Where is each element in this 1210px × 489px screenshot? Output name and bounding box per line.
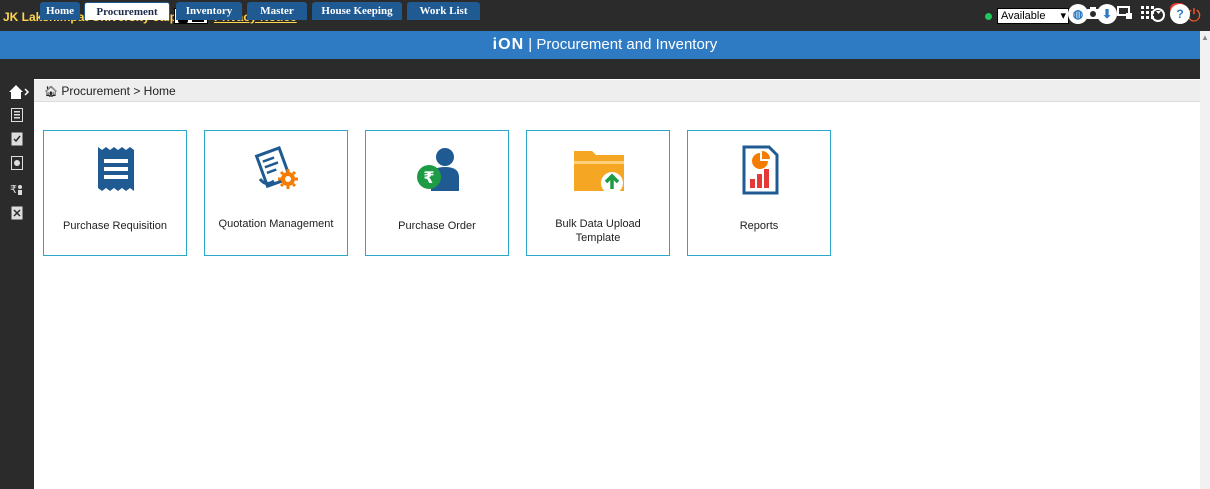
scrollbar[interactable] xyxy=(1200,31,1210,489)
breadcrumb-home-icon[interactable]: 🏠︎ xyxy=(44,86,58,98)
card-quotation-management[interactable]: Quotation Management xyxy=(204,130,348,256)
chevron-down-icon: ▾ xyxy=(1060,10,1066,22)
card-reports[interactable]: Reports xyxy=(687,130,831,256)
title-separator: | xyxy=(528,36,533,53)
card-label: Quotation Management xyxy=(218,218,334,230)
apps-grid-icon[interactable] xyxy=(1140,5,1162,22)
tab-master[interactable]: Master xyxy=(247,2,307,20)
scroll-up-icon[interactable]: ▲ xyxy=(1201,33,1209,42)
report-chart-icon xyxy=(742,145,779,195)
app-title: iON | Procurement and Inventory xyxy=(0,36,1210,54)
home-icon[interactable] xyxy=(8,84,30,100)
status-online-icon xyxy=(985,13,992,20)
card-label: Reports xyxy=(739,220,779,232)
receipt-settings-icon[interactable] xyxy=(9,156,25,172)
svg-text:₹: ₹ xyxy=(423,168,434,187)
svg-text:₹: ₹ xyxy=(10,183,17,196)
ion-logo: iON xyxy=(492,36,525,53)
help-icon[interactable]: ? xyxy=(1170,4,1190,24)
card-purchase-order[interactable]: ₹ Purchase Order xyxy=(365,130,509,256)
tab-house-keeping[interactable]: House Keeping xyxy=(312,2,402,20)
screen-share-icon[interactable] xyxy=(1115,6,1135,26)
card-label: Purchase Order xyxy=(398,220,476,232)
tab-procurement[interactable]: Procurement xyxy=(84,2,170,20)
receipt-check-icon[interactable] xyxy=(9,132,25,148)
tab-work-list[interactable]: Work List xyxy=(407,2,480,20)
breadcrumb: 🏠︎ Procurement > Home xyxy=(34,80,1200,102)
list-icon[interactable] xyxy=(9,108,25,124)
quotation-gear-icon xyxy=(254,146,298,189)
status-value: Available xyxy=(1001,10,1046,22)
card-label: Purchase Requisition xyxy=(63,220,167,232)
globe-icon[interactable]: ◍ xyxy=(1068,4,1088,24)
breadcrumb-text: Procurement > Home xyxy=(61,84,176,98)
card-bulk-data-upload[interactable]: Bulk Data Upload Template xyxy=(526,130,670,256)
status-select[interactable]: Available ▾ xyxy=(997,8,1069,24)
document-list-icon xyxy=(98,147,134,191)
rupee-person-icon: ₹ xyxy=(417,148,459,191)
download-icon[interactable]: ⬇ xyxy=(1097,4,1117,24)
tab-bar xyxy=(0,59,1200,79)
tab-inventory[interactable]: Inventory xyxy=(176,2,242,20)
title-bar: iON | Procurement and Inventory xyxy=(0,31,1210,59)
app-name: Procurement and Inventory xyxy=(536,36,718,53)
tab-home[interactable]: Home xyxy=(40,2,80,20)
card-purchase-requisition[interactable]: Purchase Requisition xyxy=(43,130,187,256)
folder-upload-icon xyxy=(574,151,624,194)
receipt-approve-icon[interactable] xyxy=(9,206,25,222)
card-label: Bulk Data Upload Template xyxy=(555,218,641,244)
rupee-user-icon[interactable]: ₹ xyxy=(9,182,25,198)
